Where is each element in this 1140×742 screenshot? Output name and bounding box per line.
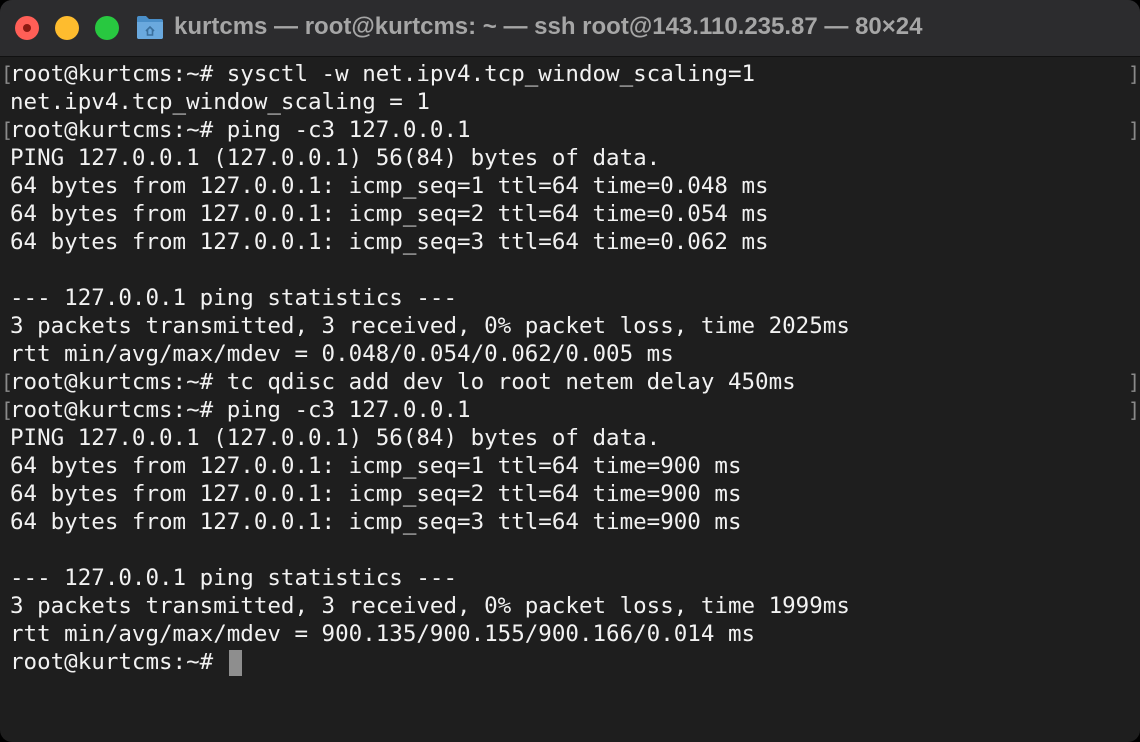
terminal-line: 3 packets transmitted, 3 received, 0% pa… [10,593,850,619]
terminal-line: net.ipv4.tcp_window_scaling = 1 [10,89,430,115]
folder-icon [137,16,163,39]
text-cursor [228,649,242,676]
terminal-window: kurtcms — root@kurtcms: ~ — ssh root@143… [0,0,1140,742]
terminal-line: root@kurtcms:~# sysctl -w net.ipv4.tcp_w… [10,61,756,87]
line-mark-right: ] [1128,62,1140,86]
terminal-line: PING 127.0.0.1 (127.0.0.1) 56(84) bytes … [10,425,661,451]
window-title: kurtcms — root@kurtcms: ~ — ssh root@143… [174,13,923,40]
terminal-line: 3 packets transmitted, 3 received, 0% pa… [10,313,850,339]
terminal-line: 64 bytes from 127.0.0.1: icmp_seq=1 ttl=… [10,173,769,199]
terminal-line: --- 127.0.0.1 ping statistics --- [10,565,458,591]
line-mark-right: ] [1128,398,1140,422]
terminal-line: root@kurtcms:~# tc qdisc add dev lo root… [10,369,796,395]
terminal-line: 64 bytes from 127.0.0.1: icmp_seq=2 ttl=… [10,481,742,507]
terminal-line: root@kurtcms:~# ping -c3 127.0.0.1 [10,397,471,423]
line-mark-right: ] [1128,118,1140,142]
terminal-line: rtt min/avg/max/mdev = 0.048/0.054/0.062… [10,341,674,367]
terminal-line: 64 bytes from 127.0.0.1: icmp_seq=2 ttl=… [10,201,769,227]
prompt-line[interactable]: root@kurtcms:~# [10,648,242,676]
terminal-line: rtt min/avg/max/mdev = 900.135/900.155/9… [10,621,756,647]
terminal-line: --- 127.0.0.1 ping statistics --- [10,285,458,311]
terminal-output[interactable]: [root@kurtcms:~# sysctl -w net.ipv4.tcp_… [0,60,1140,742]
terminal-line: 64 bytes from 127.0.0.1: icmp_seq=3 ttl=… [10,509,742,535]
title-bar[interactable]: kurtcms — root@kurtcms: ~ — ssh root@143… [0,0,1140,57]
terminal-line: root@kurtcms:~# ping -c3 127.0.0.1 [10,117,471,143]
line-mark-right: ] [1128,370,1140,394]
close-button[interactable] [15,16,39,40]
prompt-text: root@kurtcms:~# [10,649,227,675]
terminal-line: 64 bytes from 127.0.0.1: icmp_seq=3 ttl=… [10,229,769,255]
terminal-line: 64 bytes from 127.0.0.1: icmp_seq=1 ttl=… [10,453,742,479]
zoom-button[interactable] [95,16,119,40]
minimize-button[interactable] [55,16,79,40]
terminal-line: PING 127.0.0.1 (127.0.0.1) 56(84) bytes … [10,145,661,171]
